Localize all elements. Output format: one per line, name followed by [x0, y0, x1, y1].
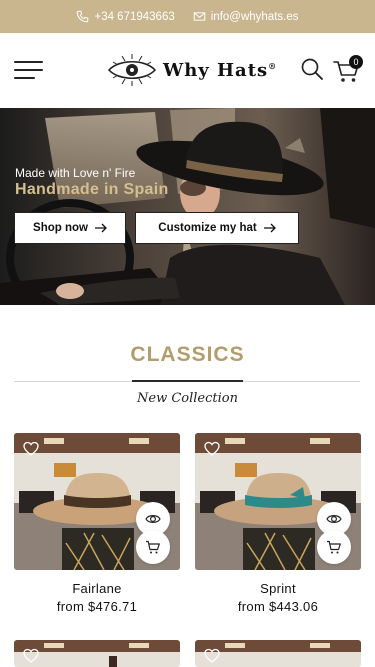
- shop-now-button[interactable]: Shop now: [14, 212, 126, 244]
- hero-tagline: Made with Love n' Fire: [15, 166, 136, 180]
- wishlist-heart-icon[interactable]: [23, 441, 39, 457]
- arrow-right-icon: [263, 223, 276, 233]
- phone-icon: [77, 10, 89, 23]
- mail-icon: [193, 12, 206, 21]
- hero-image: [0, 108, 375, 305]
- product-price: from $443.06: [237, 599, 319, 614]
- customize-hat-button[interactable]: Customize my hat: [135, 212, 299, 244]
- cart-icon: [146, 540, 160, 554]
- contact-bar: +34 671943663 info@whyhats.es: [0, 0, 375, 33]
- eye-icon: [326, 515, 342, 523]
- product-name[interactable]: Sprint: [195, 581, 361, 596]
- add-to-cart-button[interactable]: [317, 530, 351, 564]
- eye-icon: [145, 515, 161, 523]
- menu-button[interactable]: [14, 60, 44, 80]
- collection-subtitle: New Collection: [137, 391, 238, 406]
- customize-hat-label: Customize my hat: [158, 222, 257, 234]
- brand-logo[interactable]: Why Hats®: [107, 53, 277, 87]
- trademark-symbol: ®: [268, 60, 278, 71]
- brand-name: Why Hats: [163, 59, 269, 81]
- menu-icon: [14, 61, 43, 63]
- phone-link[interactable]: +34 671943663: [76, 10, 175, 23]
- search-icon[interactable]: [300, 57, 324, 81]
- wishlist-heart-icon[interactable]: [204, 441, 220, 457]
- email-link[interactable]: info@whyhats.es: [193, 10, 299, 23]
- hero-banner: Made with Love n' Fire Handmade in Spain…: [0, 108, 375, 305]
- title-underline: [132, 380, 243, 382]
- site-header: Why Hats® 0: [0, 33, 375, 108]
- email-address: info@whyhats.es: [210, 10, 299, 23]
- product-name[interactable]: Fairlane: [14, 581, 180, 596]
- add-to-cart-button[interactable]: [136, 530, 170, 564]
- wishlist-heart-icon[interactable]: [23, 648, 39, 664]
- collection-title: CLASSICS: [130, 343, 245, 366]
- eye-logo-icon: [107, 54, 157, 86]
- cart-count-badge: 0: [349, 55, 363, 69]
- arrow-right-icon: [94, 223, 107, 233]
- phone-number: +34 671943663: [94, 10, 175, 23]
- shop-now-label: Shop now: [33, 222, 88, 234]
- hero-headline: Handmade in Spain: [15, 181, 169, 198]
- product-price: from $476.71: [56, 599, 138, 614]
- wishlist-heart-icon[interactable]: [204, 648, 220, 664]
- cart-icon: [327, 540, 341, 554]
